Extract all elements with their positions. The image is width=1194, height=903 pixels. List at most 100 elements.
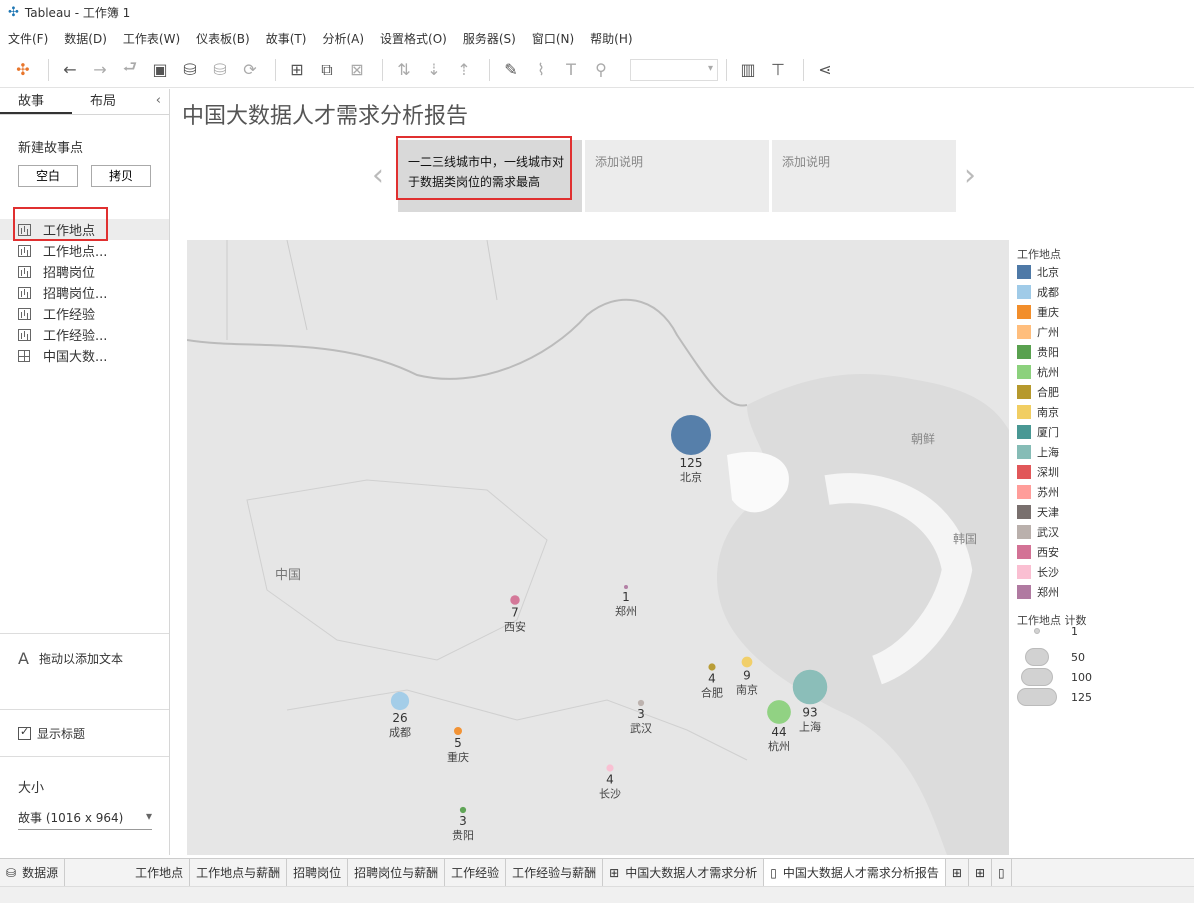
tab-work-location-salary[interactable]: 工作地点与薪酬: [190, 858, 288, 887]
show-me-icon[interactable]: ▥: [735, 56, 761, 84]
menu-window[interactable]: 窗口(N): [532, 30, 574, 47]
menu-server[interactable]: 服务器(S): [463, 30, 516, 47]
legend-item[interactable]: 成都: [1017, 282, 1059, 302]
city-bubble[interactable]: [741, 656, 753, 668]
city-bubble[interactable]: [637, 699, 645, 707]
new-datasource-icon[interactable]: ⛁: [177, 56, 203, 84]
save-icon[interactable]: ▣: [147, 56, 173, 84]
legend-item[interactable]: 上海: [1017, 442, 1059, 462]
pin-icon[interactable]: ⚲: [588, 56, 614, 84]
tableau-home-icon[interactable]: ✣: [10, 56, 36, 84]
legend-label: 南京: [1037, 406, 1059, 419]
story-point-2[interactable]: 添加说明: [585, 140, 769, 212]
city-bubble[interactable]: [510, 595, 520, 605]
menu-data[interactable]: 数据(D): [64, 30, 107, 47]
menu-dashboard[interactable]: 仪表板(B): [196, 30, 250, 47]
city-bubble[interactable]: [671, 415, 711, 455]
new-worksheet-icon: ⊞: [951, 865, 962, 880]
share-icon[interactable]: ⋖: [812, 56, 838, 84]
tab-jobs-salary[interactable]: 招聘岗位与薪酬: [348, 858, 446, 887]
replay-icon[interactable]: ⮐: [117, 56, 143, 84]
menu-format[interactable]: 设置格式(O): [380, 30, 447, 47]
tab-work-location[interactable]: 工作地点: [129, 858, 191, 887]
sheet-item-work-location-salary[interactable]: 工作地点...: [0, 240, 169, 261]
swap-icon[interactable]: ⇅: [391, 56, 417, 84]
drag-text-area[interactable]: A 拖动以添加文本: [18, 649, 123, 668]
city-bubble[interactable]: [708, 663, 716, 671]
tab-experience-salary[interactable]: 工作经验与薪酬: [506, 858, 604, 887]
sort-desc-icon[interactable]: ⇡: [451, 56, 477, 84]
menu-analysis[interactable]: 分析(A): [322, 30, 364, 47]
tab-story[interactable]: 故事: [0, 89, 72, 114]
checkbox-checked-icon[interactable]: [18, 725, 31, 740]
menu-help[interactable]: 帮助(H): [590, 30, 632, 47]
undo-icon[interactable]: ←: [57, 56, 83, 84]
legend-item[interactable]: 苏州: [1017, 482, 1059, 502]
new-worksheet-button[interactable]: ⊞: [946, 858, 969, 887]
menu-story[interactable]: 故事(T): [266, 30, 307, 47]
legend-item[interactable]: 重庆: [1017, 302, 1059, 322]
city-bubble[interactable]: [454, 727, 462, 735]
city-bubble[interactable]: [459, 806, 467, 814]
legend-item[interactable]: 南京: [1017, 402, 1059, 422]
sheet-item-jobs-salary[interactable]: 招聘岗位...: [0, 282, 169, 303]
legend-item[interactable]: 天津: [1017, 502, 1059, 522]
story-title[interactable]: 中国大数据人才需求分析报告: [182, 98, 468, 130]
presentation-icon[interactable]: ⊤: [765, 56, 791, 84]
city-bubble[interactable]: [792, 669, 828, 705]
city-bubble[interactable]: [624, 585, 628, 589]
legend-item[interactable]: 贵阳: [1017, 342, 1059, 362]
new-story-button[interactable]: ▯: [992, 858, 1012, 887]
group-icon[interactable]: ⌇: [528, 56, 554, 84]
tab-story[interactable]: ▯ 中国大数据人才需求分析报告: [764, 858, 946, 887]
collapse-icon[interactable]: ‹: [156, 93, 161, 108]
duplicate-icon[interactable]: ⧉: [314, 56, 340, 84]
legend-item[interactable]: 北京: [1017, 262, 1059, 282]
blank-button[interactable]: 空白: [18, 165, 78, 187]
clear-sheet-icon[interactable]: ⊠: [344, 56, 370, 84]
sheet-item-dashboard[interactable]: 中国大数...: [0, 345, 169, 366]
city-name-label: 武汉: [630, 722, 652, 735]
story-point-3[interactable]: 添加说明: [772, 140, 956, 212]
map-view[interactable]: 中国 朝鲜 韩国 125 北京 93 上海 44 杭州 26 成都 9 南京 7 西安 5 重庆 4 合肥 4 长…: [187, 240, 1009, 855]
new-worksheet-icon[interactable]: ⊞: [284, 56, 310, 84]
tab-jobs[interactable]: 招聘岗位: [287, 858, 349, 887]
labels-icon[interactable]: T: [558, 56, 584, 84]
legend-item[interactable]: 郑州: [1017, 582, 1059, 602]
tab-datasource[interactable]: ⛁ 数据源: [0, 858, 66, 887]
legend-item[interactable]: 合肥: [1017, 382, 1059, 402]
show-title-checkbox[interactable]: 显示标题: [18, 725, 85, 742]
size-select[interactable]: 故事 (1016 x 964): [18, 809, 152, 830]
city-name-label: 合肥: [701, 686, 723, 700]
menu-worksheet[interactable]: 工作表(W): [123, 30, 180, 47]
legend-item[interactable]: 广州: [1017, 322, 1059, 342]
legend-label: 北京: [1037, 266, 1059, 279]
highlight-icon[interactable]: ✎: [498, 56, 524, 84]
tab-layout[interactable]: 布局: [72, 89, 144, 114]
sheet-item-jobs[interactable]: 招聘岗位: [0, 261, 169, 282]
tab-dashboard[interactable]: ⊞ 中国大数据人才需求分析: [603, 858, 765, 887]
sheet-item-experience-salary[interactable]: 工作经验...: [0, 324, 169, 345]
legend-item[interactable]: 杭州: [1017, 362, 1059, 382]
copy-button[interactable]: 拷贝: [91, 165, 151, 187]
legend-item[interactable]: 长沙: [1017, 562, 1059, 582]
new-dashboard-button[interactable]: ⊞: [969, 858, 992, 887]
legend-item[interactable]: 西安: [1017, 542, 1059, 562]
fit-select[interactable]: [630, 58, 718, 81]
redo-icon[interactable]: →: [87, 56, 113, 84]
refresh-icon[interactable]: ⟳: [237, 56, 263, 84]
city-bubble[interactable]: [606, 764, 614, 772]
city-bubble[interactable]: [767, 700, 791, 724]
sheet-item-experience[interactable]: 工作经验: [0, 303, 169, 324]
chevron-right-icon[interactable]: ›: [964, 158, 976, 193]
city-bubble[interactable]: [390, 691, 410, 711]
chevron-left-icon[interactable]: ‹: [372, 158, 384, 193]
menu-file[interactable]: 文件(F): [8, 30, 48, 47]
legend-item[interactable]: 武汉: [1017, 522, 1059, 542]
divider: [0, 709, 169, 710]
legend-item[interactable]: 厦门: [1017, 422, 1059, 442]
sort-asc-icon[interactable]: ⇣: [421, 56, 447, 84]
tab-experience[interactable]: 工作经验: [445, 858, 507, 887]
legend-item[interactable]: 深圳: [1017, 462, 1059, 482]
pause-update-icon[interactable]: ⛁: [207, 56, 233, 84]
